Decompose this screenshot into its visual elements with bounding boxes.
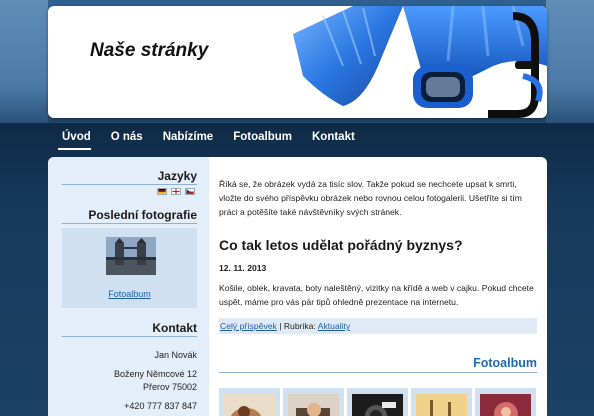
nav-item-nabizime[interactable]: Nabízíme [153,123,224,153]
site-header: Naše stránky [48,6,547,118]
main-content: Říká se, že obrázek vydá za tisíc slov. … [219,157,537,416]
intro-line: Říká se, že obrázek vydá za tisíc slov. … [219,179,517,189]
thumbnail-image [224,394,275,416]
nav-item-o-nas[interactable]: O nás [101,123,153,153]
contact-heading: Kontakt [152,321,197,335]
thumbnail-image [416,394,467,416]
flag-cz-icon[interactable] [185,188,195,195]
contact-phone: +420 777 837 847 [124,401,197,411]
category-link[interactable]: Aktuality [318,321,350,331]
gallery-thumbnail[interactable] [283,388,344,416]
gallery-thumbnail[interactable] [475,388,536,416]
nav-item-fotoalbum[interactable]: Fotoalbum [223,123,302,153]
content-panel: Jazyky Poslední fotografie Fotoalbum Kon… [48,157,547,416]
category-separator: | Rubrika: [276,321,318,331]
thumbnail-image [480,394,531,416]
snorkel-fins-illustration [293,6,547,118]
language-flags [157,188,195,195]
tower-bridge-photo[interactable] [106,237,156,275]
background-band-right [546,0,594,123]
nav-item-kontakt[interactable]: Kontakt [302,123,365,153]
contact-name: Jan Novák [154,350,197,360]
gallery-thumbnail[interactable] [219,388,280,416]
article-footer: Celý příspěvek | Rubrika: Aktuality [219,318,537,334]
intro-line: vložte do svého příspěvku obrázek nebo r… [219,193,522,203]
main-navigation: Úvod O nás Nabízíme Fotoalbum Kontakt [48,123,547,153]
gallery-thumbnail[interactable] [347,388,408,416]
thumbnail-image [352,394,403,416]
gallery-thumbnail[interactable] [411,388,472,416]
latest-photo-box: Fotoalbum [62,228,197,308]
thumbnail-image [288,394,339,416]
intro-line: práci a potěšíte také návštěvníky svých … [219,207,402,217]
latest-photo-heading: Poslední fotografie [88,208,197,222]
languages-heading: Jazyky [157,169,197,183]
contact-city: Přerov 75002 [142,382,197,392]
read-more-link[interactable]: Celý příspěvek [220,321,277,331]
section-divider [62,336,197,337]
sidebar: Jazyky Poslední fotografie Fotoalbum Kon… [48,157,209,416]
fotoalbum-link[interactable]: Fotoalbum [62,289,197,299]
nav-item-uvod[interactable]: Úvod [48,123,101,153]
article-excerpt: Košile, oblek, kravata, boty naleštěný, … [219,281,537,309]
intro-text: Říká se, že obrázek vydá za tisíc slov. … [219,177,537,219]
background-band-left [0,0,48,123]
site-title[interactable]: Naše stránky [90,40,208,62]
gallery-heading: Fotoalbum [473,356,537,370]
contact-street: Boženy Němcové 12 [113,369,197,379]
article-date: 12. 11. 2013 [219,263,267,273]
flag-de-icon[interactable] [157,188,167,195]
section-divider [62,223,197,224]
gallery-thumbnails [219,388,536,416]
article-line: Košile, oblek, kravata, boty naleštěný, … [219,283,534,293]
section-divider [219,372,537,373]
article-title[interactable]: Co tak letos udělat pořádný byznys? [219,237,463,253]
article-line: uspět, máme pro vás pár tipů ohledně pre… [219,297,459,307]
section-divider [62,184,197,185]
flag-en-icon[interactable] [171,188,181,195]
